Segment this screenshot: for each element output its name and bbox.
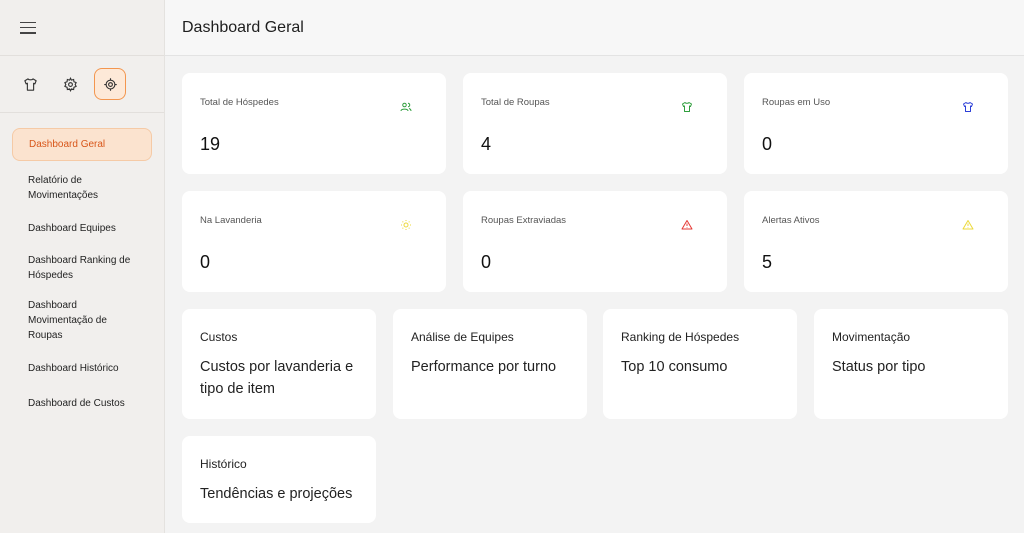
sidebar-item-relatorio-movimentacoes[interactable]: Relatório de Movimentações — [12, 168, 152, 208]
sidebar-icon-bar — [0, 56, 164, 113]
stat-card-na-lavanderia: Na Lavanderia 0 — [182, 191, 446, 292]
sidebar-item-label: Relatório de Movimentações — [28, 175, 99, 201]
sidebar-item-label: Dashboard Movimentação de Roupas — [28, 300, 107, 341]
stat-label: Total de Hóspedes — [200, 97, 279, 108]
sidebar-item-label: Dashboard Geral — [29, 139, 106, 150]
stat-value: 4 — [481, 134, 492, 154]
link-card-movimentacao[interactable]: Movimentação Status por tipo — [814, 309, 1008, 419]
stat-card-total-roupas: Total de Roupas 4 — [463, 73, 727, 174]
link-card-description: Performance por turno — [411, 359, 557, 375]
stat-card-roupas-em-uso: Roupas em Uso 0 — [744, 73, 1008, 174]
gear-icon[interactable] — [54, 68, 86, 100]
sidebar-item-dashboard-custos[interactable]: Dashboard de Custos — [12, 388, 152, 418]
link-card-description: Top 10 consumo — [621, 359, 728, 375]
stat-card-total-hospedes: Total de Hóspedes 19 — [182, 73, 446, 174]
sidebar-item-dashboard-movimentacao-roupas[interactable]: Dashboard Movimentação de Roupas — [12, 293, 152, 348]
shirt-icon — [963, 102, 973, 112]
stat-value: 0 — [481, 252, 492, 272]
sidebar-item-label: Dashboard Ranking de Hóspedes — [28, 255, 131, 281]
shirt-icon[interactable] — [14, 68, 46, 100]
page-title: Dashboard Geral — [182, 18, 304, 36]
alert-triangle-icon — [681, 220, 693, 230]
stat-value: 0 — [762, 134, 773, 154]
stat-label: Alertas Ativos — [762, 215, 820, 226]
link-card-title: Análise de Equipes — [411, 330, 514, 344]
stat-label: Roupas em Uso — [762, 97, 831, 108]
stat-card-roupas-extraviadas: Roupas Extraviadas 0 — [463, 191, 727, 292]
sidebar-item-dashboard-historico[interactable]: Dashboard Histórico — [12, 353, 152, 383]
stat-label: Total de Roupas — [481, 97, 550, 108]
sidebar-item-label: Dashboard de Custos — [28, 397, 125, 409]
link-card-analise-equipes[interactable]: Análise de Equipes Performance por turno — [393, 309, 587, 419]
sidebar-header — [0, 0, 164, 56]
stat-card-alertas-ativos: Alertas Ativos 5 — [744, 191, 1008, 292]
link-card-historico[interactable]: Histórico Tendências e projeções — [182, 436, 376, 523]
sidebar-item-label: Dashboard Histórico — [28, 362, 119, 374]
link-card-description: Status por tipo — [832, 359, 926, 375]
sun-icon — [401, 220, 411, 230]
users-icon — [400, 102, 412, 112]
link-card-title: Custos — [200, 330, 238, 344]
sidebar: Dashboard Geral Relatório de Movimentaçõ… — [0, 0, 165, 533]
link-card-title: Ranking de Hóspedes — [621, 330, 740, 344]
stat-label: Roupas Extraviadas — [481, 215, 567, 226]
sidebar-nav: Dashboard Geral Relatório de Movimentaçõ… — [0, 113, 164, 418]
link-card-title: Movimentação — [832, 330, 911, 344]
stat-value: 19 — [200, 134, 221, 154]
link-card-description: Custos por lavanderia e tipo de item — [200, 359, 354, 397]
sidebar-item-dashboard-equipes[interactable]: Dashboard Equipes — [12, 213, 152, 243]
sidebar-item-dashboard-geral[interactable]: Dashboard Geral — [12, 128, 152, 161]
target-icon[interactable] — [94, 68, 126, 100]
sidebar-item-dashboard-ranking-hospedes[interactable]: Dashboard Ranking de Hóspedes — [12, 248, 152, 288]
stat-label: Na Lavanderia — [200, 215, 262, 226]
link-card-title: Histórico — [200, 457, 247, 471]
link-card-custos[interactable]: Custos Custos por lavanderia e tipo de i… — [182, 309, 376, 419]
link-card-ranking-hospedes[interactable]: Ranking de Hóspedes Top 10 consumo — [603, 309, 797, 419]
hamburger-icon[interactable] — [20, 21, 36, 34]
sidebar-item-label: Dashboard Equipes — [28, 222, 116, 234]
stat-value: 0 — [200, 252, 211, 272]
stat-value: 5 — [762, 252, 773, 272]
alert-triangle-icon — [962, 220, 974, 230]
link-card-description: Tendências e projeções — [200, 486, 353, 502]
page-header: Dashboard Geral — [165, 0, 1024, 56]
shirt-icon — [682, 102, 692, 112]
